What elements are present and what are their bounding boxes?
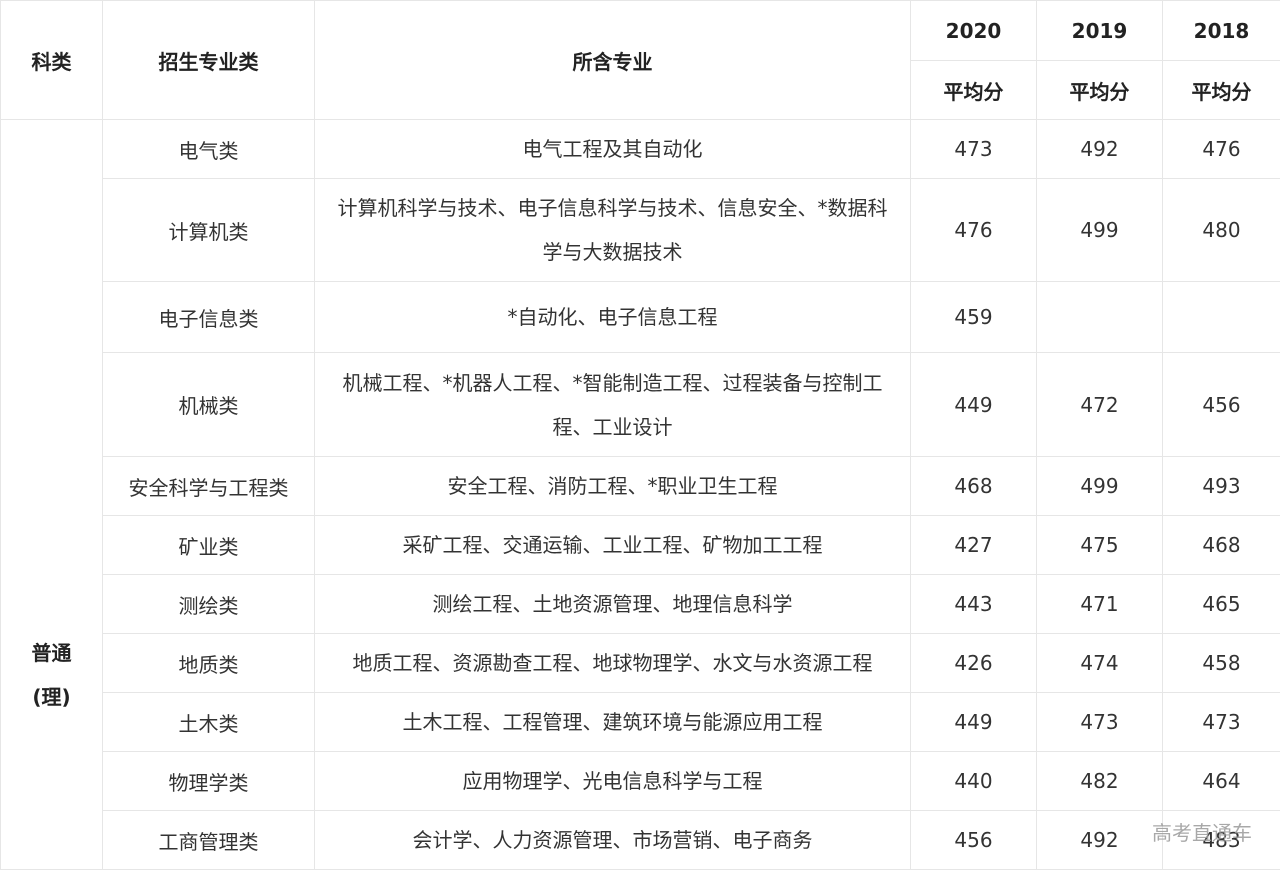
table-row: 物理学类 应用物理学、光电信息科学与工程 440 482 464 — [1, 751, 1280, 811]
score-2018-cell: 493 — [1162, 456, 1280, 516]
score-2020-cell: 443 — [910, 574, 1037, 634]
table-row: 工商管理类 会计学、人力资源管理、市场营销、电子商务 456 492 483 — [1, 810, 1280, 870]
score-2019-cell: 474 — [1036, 633, 1163, 693]
score-2019-cell: 482 — [1036, 751, 1163, 811]
enroll-class-cell: 电子信息类 — [102, 281, 315, 353]
majors-cell: 土木工程、工程管理、建筑环境与能源应用工程 — [314, 692, 911, 752]
header-row: 科类 招生专业类 所含专业 2020 2019 2018 — [0, 0, 1280, 120]
enroll-class-cell: 土木类 — [102, 692, 315, 752]
enroll-class-cell: 测绘类 — [102, 574, 315, 634]
score-2019-cell: 473 — [1036, 692, 1163, 752]
header-year-2019: 2019 — [1036, 0, 1163, 61]
score-2019-cell: 475 — [1036, 515, 1163, 575]
majors-cell: 测绘工程、土地资源管理、地理信息科学 — [314, 574, 911, 634]
score-2020-cell: 476 — [910, 178, 1037, 282]
score-2020-cell: 473 — [910, 119, 1037, 179]
table-row: 计算机类 计算机科学与技术、电子信息科学与技术、信息安全、*数据科学与大数据技术… — [1, 178, 1280, 282]
majors-cell: 安全工程、消防工程、*职业卫生工程 — [314, 456, 911, 516]
score-2019-cell: 499 — [1036, 178, 1163, 282]
table-row: 测绘类 测绘工程、土地资源管理、地理信息科学 443 471 465 — [1, 574, 1280, 634]
majors-cell: 地质工程、资源勘查工程、地球物理学、水文与水资源工程 — [314, 633, 911, 693]
side-category-line1: 普通 — [31, 640, 72, 665]
enroll-class-cell: 矿业类 — [102, 515, 315, 575]
header-avg-2018: 平均分 — [1162, 60, 1280, 120]
table-row: 机械类 机械工程、*机器人工程、*智能制造工程、过程装备与控制工程、工业设计 4… — [1, 352, 1280, 457]
header-year-2020: 2020 — [910, 0, 1037, 61]
header-avg-2019: 平均分 — [1036, 60, 1163, 120]
majors-cell: 会计学、人力资源管理、市场营销、电子商务 — [314, 810, 911, 870]
table-row: 电子信息类 *自动化、电子信息工程 459 — [1, 281, 1280, 353]
majors-cell: 计算机科学与技术、电子信息科学与技术、信息安全、*数据科学与大数据技术 — [314, 178, 911, 282]
header-category: 科类 — [0, 0, 103, 120]
score-2018-cell — [1162, 281, 1280, 353]
enroll-class-cell: 物理学类 — [102, 751, 315, 811]
table-row: 矿业类 采矿工程、交通运输、工业工程、矿物加工工程 427 475 468 — [1, 515, 1280, 575]
enroll-class-cell: 机械类 — [102, 352, 315, 457]
score-2020-cell: 449 — [910, 352, 1037, 457]
score-2019-cell: 472 — [1036, 352, 1163, 457]
score-table: 科类 招生专业类 所含专业 2020 2019 2018 平均分 平均分 平均分… — [0, 0, 1280, 870]
majors-cell: 机械工程、*机器人工程、*智能制造工程、过程装备与控制工程、工业设计 — [314, 352, 911, 457]
table-row: 地质类 地质工程、资源勘查工程、地球物理学、水文与水资源工程 426 474 4… — [1, 633, 1280, 693]
score-2018-cell: 468 — [1162, 515, 1280, 575]
score-2019-cell: 471 — [1036, 574, 1163, 634]
table-row: 普通 (理) 电气类 电气工程及其自动化 473 492 476 — [0, 119, 1280, 870]
watermark-text: 高考直通车 — [1152, 821, 1252, 845]
score-2019-cell: 499 — [1036, 456, 1163, 516]
score-2018-cell: 480 — [1162, 178, 1280, 282]
header-enroll-class: 招生专业类 — [102, 0, 315, 120]
header-avg-2020: 平均分 — [910, 60, 1037, 120]
side-category-line2: (理) — [32, 684, 71, 709]
score-2018-cell: 473 — [1162, 692, 1280, 752]
enroll-class-cell: 计算机类 — [102, 178, 315, 282]
table-row: 安全科学与工程类 安全工程、消防工程、*职业卫生工程 468 499 493 — [1, 456, 1280, 516]
majors-cell: *自动化、电子信息工程 — [314, 281, 911, 353]
side-category: 普通 (理) — [0, 119, 103, 870]
score-2020-cell: 440 — [910, 751, 1037, 811]
table-row: 土木类 土木工程、工程管理、建筑环境与能源应用工程 449 473 473 — [1, 692, 1280, 752]
score-2020-cell: 456 — [910, 810, 1037, 870]
score-2020-cell: 459 — [910, 281, 1037, 353]
enroll-class-cell: 地质类 — [102, 633, 315, 693]
enroll-class-cell: 安全科学与工程类 — [102, 456, 315, 516]
score-2018-cell: 465 — [1162, 574, 1280, 634]
enroll-class-cell: 工商管理类 — [102, 810, 315, 870]
score-2020-cell: 426 — [910, 633, 1037, 693]
score-2018-cell: 464 — [1162, 751, 1280, 811]
score-2020-cell: 468 — [910, 456, 1037, 516]
majors-cell: 电气工程及其自动化 — [314, 119, 911, 179]
score-2019-cell — [1036, 281, 1163, 353]
majors-cell: 采矿工程、交通运输、工业工程、矿物加工工程 — [314, 515, 911, 575]
majors-cell: 应用物理学、光电信息科学与工程 — [314, 751, 911, 811]
score-2020-cell: 427 — [910, 515, 1037, 575]
header-majors: 所含专业 — [314, 0, 911, 120]
score-2018-cell: 476 — [1162, 119, 1280, 179]
score-2018-cell: 456 — [1162, 352, 1280, 457]
score-2019-cell: 492 — [1036, 119, 1163, 179]
score-2019-cell: 492 — [1036, 810, 1163, 870]
score-2018-cell: 458 — [1162, 633, 1280, 693]
enroll-class-cell: 电气类 — [102, 119, 315, 179]
header-year-2018: 2018 — [1162, 0, 1280, 61]
score-2020-cell: 449 — [910, 692, 1037, 752]
